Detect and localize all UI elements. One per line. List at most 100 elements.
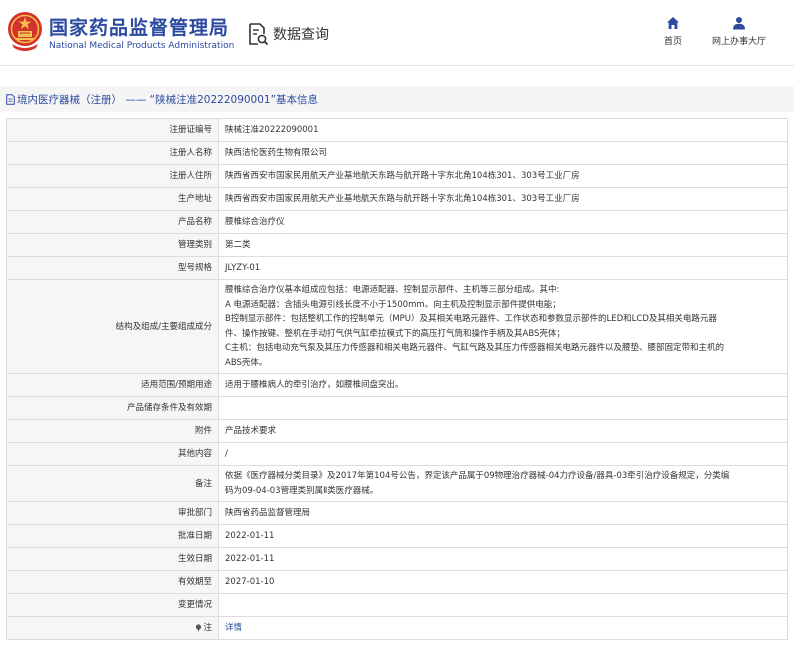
field-label: 结构及组成/主要组成成分 (6, 279, 219, 374)
table-row: 产品储存条件及有效期 (6, 396, 788, 420)
field-value: JLYZY-01 (218, 256, 788, 280)
field-label-text: 有效期至 (177, 577, 212, 587)
table-row: 适用范围/预期用途 适用于腰椎病人的牵引治疗，如腰椎间盘突出。 (6, 373, 788, 397)
table-row: 注 详情 (6, 616, 788, 640)
field-label-text: 附件 (194, 426, 212, 436)
field-label-text: 管理类别 (177, 240, 212, 250)
field-label-text: 批准日期 (177, 531, 212, 541)
field-label: 变更情况 (6, 593, 219, 617)
table-row: 审批部门 陕西省药品监督管理局 (6, 501, 788, 525)
field-value-line: 件、操作按键、整机在手动打气供气缸牵拉模式下的高压打气筒和操作手柄及其ABS壳体… (225, 328, 565, 339)
field-value: 第二类 (218, 233, 788, 257)
field-value: 2022-01-11 (218, 547, 788, 571)
field-label: 产品储存条件及有效期 (6, 396, 219, 420)
field-value (218, 396, 788, 420)
table-row: 注册人住所 陕西省西安市国家民用航天产业基地航天东路与航开路十字东北角104栋30… (6, 164, 788, 188)
field-value: 详情 (218, 616, 788, 640)
field-value-text: / (225, 449, 228, 459)
field-label: 产品名称 (6, 210, 219, 234)
table-row: 生效日期 2022-01-11 (6, 547, 788, 571)
field-label: 审批部门 (6, 501, 219, 525)
field-value: 陕械注准20222090001 (218, 118, 788, 142)
field-value: 产品技术要求 (218, 419, 788, 443)
field-value-text: 2022-01-11 (225, 531, 275, 541)
table-row: 其他内容 / (6, 442, 788, 466)
table-row: 管理类别 第二类 (6, 233, 788, 257)
field-label-text: 型号规格 (177, 263, 212, 273)
field-label: 有效期至 (6, 570, 219, 594)
national-emblem-icon (8, 12, 42, 51)
field-value-line: 码为09-04-03管理类别属Ⅱ类医疗器械。 (225, 485, 379, 496)
field-value: 腰椎综合治疗仪 (218, 210, 788, 234)
field-value-text: 陕西省药品监督管理局 (225, 508, 311, 518)
field-value-text: JLYZY-01 (225, 263, 261, 273)
user-icon (733, 17, 745, 30)
field-label-text: 产品储存条件及有效期 (126, 403, 212, 413)
table-row: 结构及组成/主要组成成分 腰椎综合治疗仪基本组成应包括：电源适配器、控制显示部件、… (6, 279, 788, 374)
field-value: 陕西省西安市国家民用航天产业基地航天东路与航开路十字东北角104栋301、303… (218, 187, 788, 211)
pin-icon (196, 623, 202, 632)
nav-home-label: 首页 (663, 37, 682, 47)
table-row: 变更情况 (6, 593, 788, 617)
field-value-text: 陕西省西安市国家民用航天产业基地航天东路与航开路十字东北角104栋301、303… (225, 171, 580, 181)
field-label-text: 备注 (194, 478, 212, 489)
field-value-text: 陕械注准20222090001 (225, 125, 319, 135)
field-value-line: 依据《医疗器械分类目录》及2017年第104号公告，界定该产品属于09物理治疗器… (225, 471, 730, 481)
field-value-line: 腰椎综合治疗仪基本组成应包括：电源适配器、控制显示部件、主机等三部分组成。其中: (225, 285, 560, 295)
field-value: 陕西省药品监督管理局 (218, 501, 788, 525)
field-value-text (225, 403, 228, 413)
nav-home[interactable]: 首页 (643, 16, 703, 47)
field-label-text: 生产地址 (177, 194, 212, 204)
field-label: 注册人住所 (6, 164, 219, 188)
field-label-text: 产品名称 (177, 217, 212, 227)
field-value-text: 第二类 (225, 240, 251, 250)
data-query-section: 数据查询 (247, 22, 329, 46)
field-label-text: 注 (203, 623, 212, 633)
table-row: 附件 产品技术要求 (6, 419, 788, 443)
field-label: 型号规格 (6, 256, 219, 280)
field-label: 管理类别 (6, 233, 219, 257)
field-value-text (225, 600, 228, 610)
field-label-text: 注册证编号 (169, 125, 212, 135)
table-row: 批准日期 2022-01-11 (6, 524, 788, 548)
data-query-label: 数据查询 (273, 27, 329, 43)
field-value-text: 陕西省西安市国家民用航天产业基地航天东路与航开路十字东北角104栋301、303… (225, 194, 580, 204)
field-label-text: 变更情况 (177, 600, 212, 610)
details-link[interactable]: 详情 (225, 623, 242, 633)
field-value: 适用于腰椎病人的牵引治疗，如腰椎间盘突出。 (218, 373, 788, 397)
field-value (218, 593, 788, 617)
breadcrumb: 境内医疗器械（注册） —— “陕械注准20222090001”基本信息 (0, 86, 794, 112)
field-label: 其他内容 (6, 442, 219, 466)
field-value-line: C主机：包括电动充气泵及其压力传感器和相关电路元器件、气缸气路及其压力传感器相关… (225, 343, 724, 353)
field-value-line: A 电源适配器：含插头电源引线长度不小于1500mm。向主机及控制显示部件提供电… (225, 299, 561, 310)
field-label-text: 注册人名称 (169, 148, 212, 158)
field-label-text: 注册人住所 (169, 171, 212, 181)
field-label: 注册证编号 (6, 118, 219, 142)
field-label-text: 适用范围/预期用途 (141, 380, 212, 390)
field-value-line: B控制显示部件：包括整机工作的控制单元（MPU）及其相关电路元器件、工作状态和参… (225, 314, 717, 324)
nav-online-service-hall[interactable]: 网上办事大厅 (709, 16, 769, 47)
field-label-text: 生效日期 (177, 554, 212, 564)
field-value: 依据《医疗器械分类目录》及2017年第104号公告，界定该产品属于09物理治疗器… (218, 465, 788, 502)
field-label: 适用范围/预期用途 (6, 373, 219, 397)
nav-online-service-hall-label: 网上办事大厅 (711, 37, 766, 47)
document-icon (6, 93, 15, 105)
table-row: 注册证编号 陕械注准20222090001 (6, 118, 788, 142)
field-label: 附件 (6, 419, 219, 443)
field-value-text: 产品技术要求 (225, 426, 277, 436)
field-label-text: 其他内容 (177, 449, 212, 459)
field-value: 2027-01-10 (218, 570, 788, 594)
breadcrumb-text: 境内医疗器械（注册） —— “陕械注准20222090001”基本信息 (17, 93, 319, 106)
field-value-text: 腰椎综合治疗仪 (225, 217, 285, 227)
field-label: 生效日期 (6, 547, 219, 571)
field-value-text: 适用于腰椎病人的牵引治疗，如腰椎间盘突出。 (225, 380, 404, 390)
field-value: 陕西省西安市国家民用航天产业基地航天东路与航开路十字东北角104栋301、303… (218, 164, 788, 188)
field-value-text: 2022-01-11 (225, 554, 275, 564)
field-value: / (218, 442, 788, 466)
field-label: 生产地址 (6, 187, 219, 211)
field-value-text: 陕西洁伦医药生物有限公司 (225, 148, 328, 158)
table-row: 产品名称 腰椎综合治疗仪 (6, 210, 788, 234)
table-row: 备注 依据《医疗器械分类目录》及2017年第104号公告，界定该产品属于09物理治… (6, 465, 788, 502)
field-value: 腰椎综合治疗仪基本组成应包括：电源适配器、控制显示部件、主机等三部分组成。其中:… (218, 279, 788, 374)
table-row: 生产地址 陕西省西安市国家民用航天产业基地航天东路与航开路十字东北角104栋301… (6, 187, 788, 211)
